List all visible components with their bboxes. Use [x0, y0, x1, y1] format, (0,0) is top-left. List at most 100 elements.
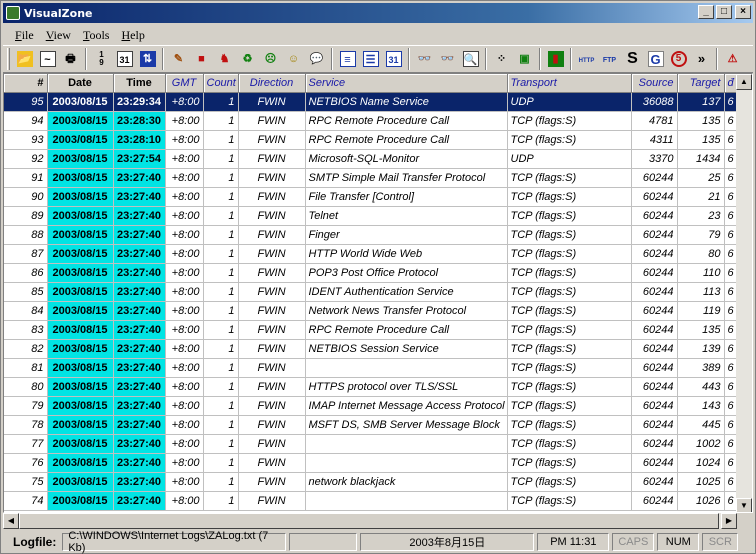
calendar-view-icon[interactable]: 31	[383, 48, 405, 70]
table-row[interactable]: 85 2003/08/15 23:27:40 +8:00 1 FWIN IDENT Auth…	[4, 282, 742, 302]
table-row[interactable]: 84 2003/08/15 23:27:40 +8:00 1 FWIN Network Ne…	[4, 301, 742, 321]
column-header-direction[interactable]: Direction	[238, 74, 306, 93]
sort-icon[interactable]: ⇅	[137, 48, 159, 70]
table-row[interactable]: 83 2003/08/15 23:27:40 +8:00 1 FWIN RPC Remote…	[4, 320, 742, 340]
cell-number: 75	[4, 472, 48, 492]
neutral-icon[interactable]: ☺	[283, 48, 305, 70]
cell-service: RPC Remote Procedure Call	[305, 111, 508, 131]
cell-count: 1	[203, 244, 239, 264]
close-button[interactable]: ×	[735, 5, 751, 19]
table-row[interactable]: 88 2003/08/15 23:27:40 +8:00 1 FWIN Finger TCP …	[4, 225, 742, 245]
cell-date: 2003/08/15	[47, 320, 114, 340]
cell-date: 2003/08/15	[47, 149, 114, 169]
calendar-icon[interactable]: 31	[114, 48, 136, 70]
maximize-button[interactable]: □	[716, 5, 732, 19]
column-header-gmt[interactable]: GMT	[165, 74, 204, 93]
cell-source: 4781	[631, 111, 678, 131]
cell-transport: TCP (flags:S)	[507, 187, 632, 207]
http-icon[interactable]: HTTP	[576, 48, 598, 70]
bar-icon[interactable]: ▮	[545, 48, 567, 70]
cell-time: 23:27:40	[113, 206, 166, 226]
cell-source: 60244	[631, 491, 678, 511]
find-icon[interactable]: 👓	[414, 48, 436, 70]
table-row[interactable]: 91 2003/08/15 23:27:40 +8:00 1 FWIN SMTP Simpl…	[4, 168, 742, 188]
scroll-down-button[interactable]: ▼	[736, 498, 752, 512]
cell-direction: FWIN	[238, 453, 306, 473]
speech-icon[interactable]: 💬	[306, 48, 328, 70]
five-icon[interactable]: 5	[668, 48, 690, 70]
column-header-source[interactable]: Source	[631, 74, 678, 93]
menu-view[interactable]: View	[40, 28, 77, 43]
log-table[interactable]: # Date Time GMT Count Direction Service …	[3, 73, 753, 513]
table-row[interactable]: 76 2003/08/15 23:27:40 +8:00 1 FWIN TCP (flags…	[4, 453, 742, 473]
s-icon[interactable]: S	[622, 48, 644, 70]
refresh-icon[interactable]: ~	[37, 48, 59, 70]
column-header-number[interactable]: #	[4, 74, 48, 93]
toolbar-separator	[716, 48, 718, 70]
table-row[interactable]: 86 2003/08/15 23:27:40 +8:00 1 FWIN POP3 Post …	[4, 263, 742, 283]
overflow-icon[interactable]: »	[691, 48, 713, 70]
warning-icon[interactable]: ⚠	[722, 48, 744, 70]
tool1-icon[interactable]: ✎	[168, 48, 190, 70]
cell-number: 79	[4, 396, 48, 416]
minimize-button[interactable]: _	[698, 5, 714, 19]
cell-date: 2003/08/15	[47, 491, 114, 511]
table-row[interactable]: 95 2003/08/15 23:29:34 +8:00 1 FWIN NETBIOS Na…	[4, 92, 742, 112]
truck-icon[interactable]: ■	[191, 48, 213, 70]
table-row[interactable]: 82 2003/08/15 23:27:40 +8:00 1 FWIN NETBIOS Se…	[4, 339, 742, 359]
sort-numeric-icon[interactable]: 19	[91, 48, 113, 70]
title-bar[interactable]: VisualZone _ □ ×	[3, 3, 753, 23]
list-view-icon[interactable]: ≡	[337, 48, 359, 70]
table-row[interactable]: 87 2003/08/15 23:27:40 +8:00 1 FWIN HTTP World…	[4, 244, 742, 264]
detail-view-icon[interactable]: ☰	[360, 48, 382, 70]
menu-file[interactable]: File	[9, 28, 40, 43]
column-header-transport[interactable]: Transport	[507, 74, 632, 93]
g-icon[interactable]: G	[645, 48, 667, 70]
status-bar: Logfile: C:\WINDOWS\Internet Logs\ZALog.…	[3, 530, 753, 554]
recycle-icon[interactable]: ♻	[237, 48, 259, 70]
column-header-service[interactable]: Service	[305, 74, 508, 93]
cell-gmt: +8:00	[165, 244, 204, 264]
table-row[interactable]: 89 2003/08/15 23:27:40 +8:00 1 FWIN Telnet TCP …	[4, 206, 742, 226]
vertical-scrollbar[interactable]: ▲ ▼	[736, 74, 752, 512]
scroll-left-button[interactable]: ◀	[3, 513, 19, 529]
cell-transport: TCP (flags:S)	[507, 244, 632, 264]
cell-time: 23:27:40	[113, 301, 166, 321]
cell-date: 2003/08/15	[47, 434, 114, 454]
table-row[interactable]: 74 2003/08/15 23:27:40 +8:00 1 FWIN TCP (flags…	[4, 491, 742, 511]
open-file-icon[interactable]: 📂	[14, 48, 36, 70]
table-row[interactable]: 79 2003/08/15 23:27:40 +8:00 1 FWIN IMAP Inter…	[4, 396, 742, 416]
horse-icon[interactable]: ♞	[214, 48, 236, 70]
menu-help[interactable]: Help	[115, 28, 150, 43]
scroll-right-button[interactable]: ▶	[721, 513, 737, 529]
table-row[interactable]: 80 2003/08/15 23:27:40 +8:00 1 FWIN HTTPS prot…	[4, 377, 742, 397]
table-row[interactable]: 81 2003/08/15 23:27:40 +8:00 1 FWIN TCP (flags…	[4, 358, 742, 378]
scatter-icon[interactable]: ⁘	[491, 48, 513, 70]
table-row[interactable]: 77 2003/08/15 23:27:40 +8:00 1 FWIN TCP (flags…	[4, 434, 742, 454]
cell-number: 93	[4, 130, 48, 150]
table-row[interactable]: 75 2003/08/15 23:27:40 +8:00 1 FWIN network bl…	[4, 472, 742, 492]
table-row[interactable]: 94 2003/08/15 23:28:30 +8:00 1 FWIN RPC Remote…	[4, 111, 742, 131]
ftp-icon[interactable]: FTP	[599, 48, 621, 70]
table-row[interactable]: 92 2003/08/15 23:27:54 +8:00 1 FWIN Microsoft-…	[4, 149, 742, 169]
cell-direction: FWIN	[238, 396, 306, 416]
toolbar-grip[interactable]	[7, 48, 10, 70]
sad-icon[interactable]: ☹	[260, 48, 282, 70]
cell-time: 23:27:40	[113, 187, 166, 207]
column-header-count[interactable]: Count	[203, 74, 239, 93]
horizontal-scroll-thumb[interactable]	[19, 513, 719, 529]
zoom-icon[interactable]: 🔍	[460, 48, 482, 70]
column-header-date[interactable]: Date	[47, 74, 114, 93]
pc-find-icon[interactable]: ▣	[514, 48, 536, 70]
find-next-icon[interactable]: 👓	[437, 48, 459, 70]
table-row[interactable]: 93 2003/08/15 23:28:10 +8:00 1 FWIN RPC Remote…	[4, 130, 742, 150]
column-header-target[interactable]: Target	[677, 74, 725, 93]
table-row[interactable]: 90 2003/08/15 23:27:40 +8:00 1 FWIN File Trans…	[4, 187, 742, 207]
horizontal-scrollbar[interactable]: ◀ ▶	[3, 513, 737, 529]
menu-tools[interactable]: Tools	[77, 28, 116, 43]
print-icon[interactable]: 🖶	[60, 48, 82, 70]
scroll-up-button[interactable]: ▲	[736, 74, 752, 90]
table-row[interactable]: 78 2003/08/15 23:27:40 +8:00 1 FWIN MSFT DS, S…	[4, 415, 742, 435]
column-header-time[interactable]: Time	[113, 74, 166, 93]
cell-target: 79	[677, 225, 725, 245]
